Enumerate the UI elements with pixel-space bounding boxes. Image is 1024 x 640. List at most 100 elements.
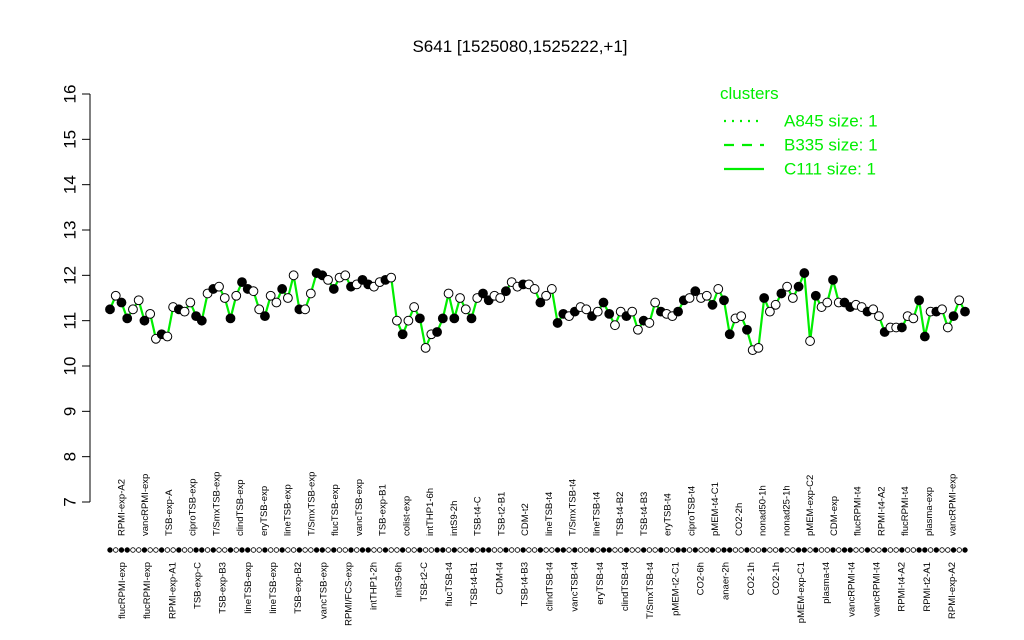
sample-label: TSB-t2-B1 [496, 492, 507, 536]
rug-marker [153, 547, 159, 553]
sample-label: vancTSB-exp [318, 562, 329, 619]
rug-marker [577, 547, 584, 553]
data-point [937, 304, 947, 315]
rug-marker [331, 547, 337, 553]
sample-label: T/SmxTSB-t4 [568, 479, 579, 536]
rug-marker [365, 547, 371, 553]
rug-marker [468, 547, 475, 553]
y-tick-label: 10 [61, 357, 80, 376]
rug-marker [245, 547, 251, 553]
rug-marker [497, 547, 503, 553]
data-point [432, 327, 442, 337]
rug-marker [187, 547, 194, 553]
rug-marker [376, 547, 383, 553]
data-point [822, 297, 833, 308]
rug-marker [704, 547, 710, 553]
sample-label: vancRPMI-exp [140, 474, 151, 536]
rug-marker [491, 547, 498, 553]
rug-marker [463, 547, 469, 553]
sample-label: lineTSB-t4 [591, 492, 602, 536]
rug-marker [916, 547, 922, 553]
rug-marker [176, 547, 182, 553]
data-point [403, 315, 414, 326]
data-point [753, 342, 764, 353]
y-tick-label: 7 [61, 497, 80, 506]
chart: S641 [1525080,1525222,+1] 7 8 9 10 11 12 13 14 1… [61, 37, 970, 626]
rug-marker [669, 547, 676, 553]
y-tick-label: 11 [61, 312, 80, 330]
data-point [501, 286, 511, 297]
sample-label: intTHP1-2h [369, 562, 380, 610]
rug-marker [686, 547, 693, 553]
rug-marker [847, 547, 853, 553]
rug-marker [222, 547, 228, 553]
rug-marker [279, 547, 285, 553]
rug-marker [813, 547, 819, 553]
sample-label: lineTSB-exp [243, 562, 254, 614]
data-point [627, 306, 638, 317]
sample-label: vancRPMI-t4 [872, 562, 883, 617]
data-point [105, 304, 115, 315]
rug-marker [709, 547, 716, 553]
data-point [782, 281, 793, 292]
legend: clusters A845 size: 1 B335 size: 1 C111 siz… [720, 84, 878, 179]
rug-marker [767, 547, 773, 553]
data-point [282, 293, 293, 303]
sample-label: TSB-t4-B2 [615, 492, 626, 536]
data-point [443, 288, 454, 299]
rug-marker [371, 547, 377, 553]
data-point [828, 274, 838, 285]
data-point [799, 268, 810, 278]
sample-label: flucRPMI-exp [117, 562, 128, 619]
data-point [546, 284, 557, 294]
rug-marker [210, 547, 216, 553]
rug-marker [285, 547, 291, 553]
rug-marker [623, 547, 630, 553]
rug-marker [135, 547, 142, 553]
rug-marker [336, 547, 343, 553]
rug-marker [170, 547, 176, 553]
data-point [133, 295, 144, 306]
sample-label: clindTSB-t4 [545, 562, 556, 611]
y-tick-label: 12 [61, 266, 80, 285]
data-point [328, 284, 339, 294]
sample-label: TSB-t4-B3 [519, 562, 530, 606]
rug-marker [342, 547, 348, 553]
sample-label: lineTSB-t4 [544, 492, 555, 536]
data-point [196, 315, 207, 326]
data-point [277, 284, 288, 294]
rug-marker [618, 547, 624, 553]
rug-marker [526, 547, 532, 553]
sample-label: intTHP1-6h [425, 488, 436, 536]
data-point [633, 324, 643, 335]
sample-label: pMEM-t2-C1 [670, 562, 681, 616]
rug-marker [411, 547, 417, 553]
rug-marker [394, 547, 400, 553]
rug-marker [216, 547, 222, 553]
rug-marker [273, 547, 280, 553]
sample-label: CDM-t4 [494, 562, 505, 595]
data-point [437, 313, 448, 324]
sample-label: vancRPMI-exp [948, 474, 959, 536]
rug-marker [600, 547, 607, 553]
data-points [105, 268, 970, 356]
rug-marker [629, 547, 635, 553]
y-tick-label: 14 [61, 175, 80, 194]
sample-label: CO2-6h [696, 562, 707, 595]
sample-label: lineTSB-exp [283, 484, 294, 536]
rug-marker [922, 547, 928, 553]
rug-marker [859, 547, 865, 553]
y-tick-label: 9 [61, 407, 80, 416]
rug-marker [480, 547, 486, 553]
rug-marker [721, 547, 727, 553]
rug-marker [962, 547, 968, 553]
rug-marker [147, 547, 153, 553]
sample-label: nonad50-1h [758, 485, 769, 536]
rug-marker [382, 547, 389, 553]
rug-marker [130, 547, 136, 553]
data-point [759, 293, 770, 303]
sample-label: clindTSB-exp [235, 479, 246, 535]
data-point [225, 313, 236, 324]
sample-label: TSB-exp-B3 [218, 562, 229, 614]
rug-marker [881, 547, 888, 553]
